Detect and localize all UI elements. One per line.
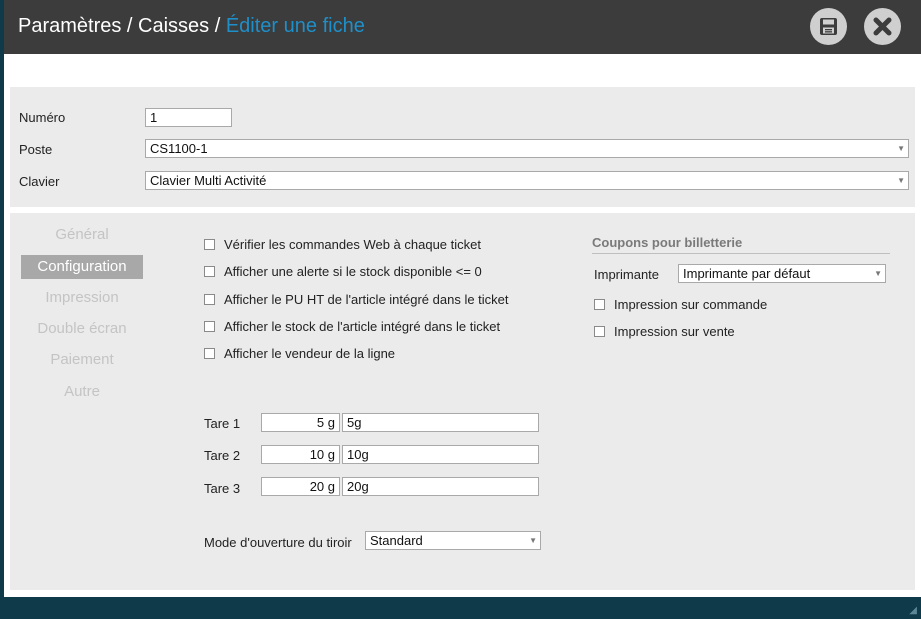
tab-autre[interactable]: Autre bbox=[21, 380, 143, 404]
save-icon bbox=[820, 18, 837, 35]
option-vendeur-ligne[interactable]: Afficher le vendeur de la ligne bbox=[204, 346, 395, 362]
tare-3-weight-input[interactable]: 20 g bbox=[261, 477, 340, 496]
chevron-down-icon: ▼ bbox=[874, 269, 882, 278]
checkbox[interactable] bbox=[204, 239, 215, 250]
tare-2-text: 10g bbox=[347, 447, 369, 462]
tare-2-label: Tare 2 bbox=[204, 448, 241, 463]
tab-paiement[interactable]: Paiement bbox=[21, 348, 143, 372]
checkbox[interactable] bbox=[594, 326, 605, 337]
drawer-mode-label: Mode d'ouverture du tiroir bbox=[204, 535, 352, 550]
option-impression-vente[interactable]: Impression sur vente bbox=[594, 324, 735, 340]
checkbox[interactable] bbox=[204, 266, 215, 277]
option-label: Vérifier les commandes Web à chaque tick… bbox=[224, 237, 481, 252]
poste-select[interactable]: CS1100-1 ▼ bbox=[145, 139, 909, 158]
breadcrumb: Paramètres / Caisses / bbox=[18, 15, 226, 37]
coupons-printer-value: Imprimante par défaut bbox=[683, 266, 811, 281]
save-button[interactable] bbox=[810, 8, 847, 45]
drawer-mode-select[interactable]: Standard ▼ bbox=[365, 531, 541, 550]
tare-1-text: 5g bbox=[347, 415, 362, 430]
coupons-printer-label: Imprimante bbox=[594, 267, 660, 282]
tare-2-weight: 10 g bbox=[309, 447, 335, 462]
checkbox[interactable] bbox=[204, 321, 215, 332]
page-title: Paramètres / Caisses / Éditer une fiche bbox=[18, 15, 365, 38]
chevron-down-icon: ▼ bbox=[897, 144, 905, 153]
numero-value: 1 bbox=[150, 110, 158, 125]
option-label: Afficher le stock de l'article intégré d… bbox=[224, 319, 501, 334]
tab-configuration[interactable]: Configuration bbox=[21, 255, 143, 279]
option-label: Afficher une alerte si le stock disponib… bbox=[224, 264, 482, 279]
option-label: Impression sur commande bbox=[614, 297, 768, 312]
checkbox[interactable] bbox=[204, 348, 215, 359]
resize-grip-icon[interactable]: ◢ bbox=[909, 605, 917, 616]
option-pu-ht[interactable]: Afficher le PU HT de l'article intégré d… bbox=[204, 292, 509, 308]
tare-1-weight: 5 g bbox=[316, 415, 335, 430]
numero-label: Numéro bbox=[19, 110, 66, 125]
option-label: Afficher le PU HT de l'article intégré d… bbox=[224, 292, 509, 307]
option-stock-article[interactable]: Afficher le stock de l'article intégré d… bbox=[204, 319, 500, 335]
option-impression-commande[interactable]: Impression sur commande bbox=[594, 297, 767, 313]
option-alerte-stock[interactable]: Afficher une alerte si le stock disponib… bbox=[204, 264, 482, 280]
tab-impression[interactable]: Impression bbox=[21, 286, 143, 310]
tab-double-ecran[interactable]: Double écran bbox=[21, 317, 143, 341]
tare-3-text: 20g bbox=[347, 479, 369, 494]
tare-3-text-input[interactable]: 20g bbox=[342, 477, 539, 496]
edit-dialog: Paramètres / Caisses / Éditer une fiche … bbox=[4, 0, 921, 597]
drawer-mode-value: Standard bbox=[370, 533, 423, 548]
tare-3-weight: 20 g bbox=[309, 479, 335, 494]
option-label: Impression sur vente bbox=[614, 324, 735, 339]
tare-3-label: Tare 3 bbox=[204, 481, 241, 496]
settings-panel: Général Configuration Impression Double … bbox=[10, 213, 915, 590]
option-label: Afficher le vendeur de la ligne bbox=[224, 346, 396, 361]
clavier-select[interactable]: Clavier Multi Activité ▼ bbox=[145, 171, 909, 190]
status-bar: ◢ bbox=[4, 597, 921, 619]
clavier-label: Clavier bbox=[19, 174, 60, 189]
tare-2-text-input[interactable]: 10g bbox=[342, 445, 539, 464]
coupons-section-title: Coupons pour billetterie bbox=[592, 235, 890, 254]
tab-general[interactable]: Général bbox=[21, 223, 143, 247]
clavier-value: Clavier Multi Activité bbox=[150, 173, 267, 188]
tare-1-weight-input[interactable]: 5 g bbox=[261, 413, 340, 432]
header-form: Numéro 1 Poste CS1100-1 ▼ Clavier Clavier… bbox=[10, 87, 915, 207]
close-icon bbox=[873, 17, 892, 36]
option-verifier-commandes-web[interactable]: Vérifier les commandes Web à chaque tick… bbox=[204, 237, 481, 253]
coupons-printer-select[interactable]: Imprimante par défaut ▼ bbox=[678, 264, 886, 283]
poste-value: CS1100-1 bbox=[150, 141, 208, 156]
checkbox[interactable] bbox=[204, 294, 215, 305]
tare-2-weight-input[interactable]: 10 g bbox=[261, 445, 340, 464]
chevron-down-icon: ▼ bbox=[897, 176, 905, 185]
checkbox[interactable] bbox=[594, 299, 605, 310]
numero-field[interactable]: 1 bbox=[145, 108, 232, 127]
close-button[interactable] bbox=[864, 8, 901, 45]
title-bar: Paramètres / Caisses / Éditer une fiche bbox=[4, 0, 921, 54]
poste-label: Poste bbox=[19, 142, 53, 157]
tare-1-text-input[interactable]: 5g bbox=[342, 413, 539, 432]
tare-1-label: Tare 1 bbox=[204, 416, 241, 431]
breadcrumb-current: Éditer une fiche bbox=[225, 15, 365, 37]
chevron-down-icon: ▼ bbox=[529, 536, 537, 545]
